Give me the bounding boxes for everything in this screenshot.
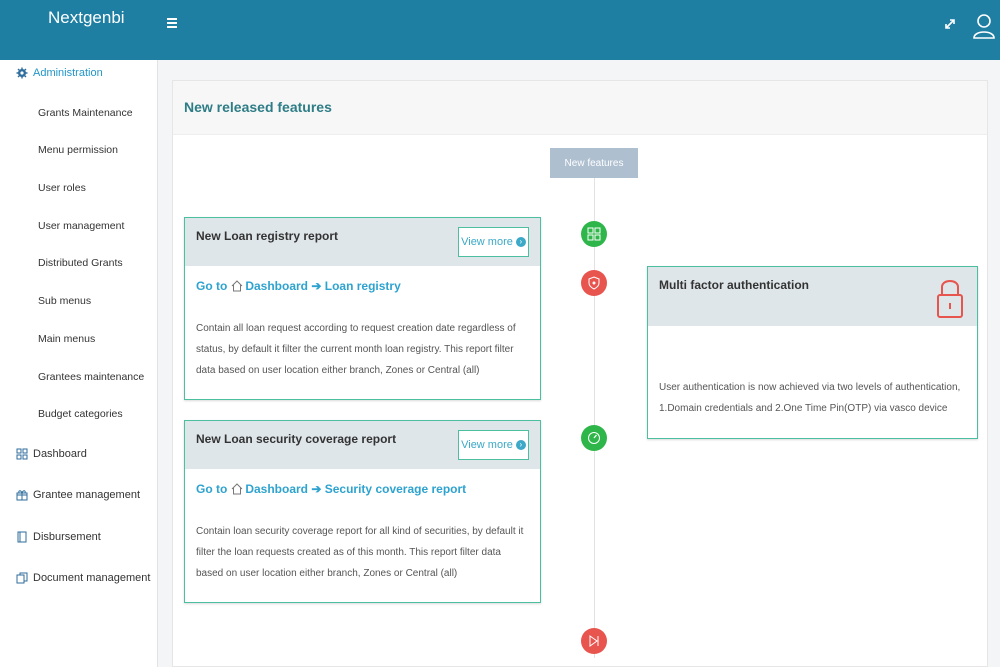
- card-header: New Loan registry report View more ›: [185, 218, 540, 266]
- sidebar-item-label: Dashboard: [33, 448, 87, 460]
- top-bar: Nextgenbi: [0, 0, 1000, 60]
- breadcrumb-target[interactable]: Security coverage report: [325, 482, 466, 496]
- sidebar-item-administration[interactable]: Administration: [0, 60, 158, 86]
- breadcrumb[interactable]: Go to Dashboard ➔ Loan registry: [196, 279, 401, 293]
- user-icon[interactable]: [972, 12, 996, 40]
- breadcrumb[interactable]: Go to Dashboard ➔ Security coverage repo…: [196, 482, 466, 496]
- shield-icon: [588, 276, 600, 290]
- card-title: Multi factor authentication: [659, 278, 809, 292]
- sidebar-subitem-sub-menus[interactable]: Sub menus: [38, 291, 91, 311]
- documents-icon: [16, 572, 28, 584]
- chevron-right-icon: ›: [515, 440, 526, 450]
- breadcrumb-target[interactable]: Loan registry: [325, 279, 401, 293]
- sidebar: Administration Grants Maintenance Menu p…: [0, 60, 158, 667]
- timeline-line: [594, 178, 595, 658]
- arrow-right-icon: ➔: [308, 482, 325, 496]
- card-description: Contain all loan request according to re…: [196, 323, 516, 376]
- app-title: Nextgenbi: [48, 8, 125, 27]
- card-title: New Loan security coverage report: [196, 432, 397, 446]
- sidebar-item-grantee-management[interactable]: Grantee management: [0, 482, 158, 508]
- card-header: New Loan security coverage report View m…: [185, 421, 540, 469]
- sidebar-subitem-distributed-grants[interactable]: Distributed Grants: [38, 253, 123, 273]
- sidebar-item-label: Disbursement: [33, 531, 101, 543]
- gauge-icon: [588, 432, 600, 444]
- sidebar-subitem-user-management[interactable]: User management: [38, 216, 124, 236]
- card-header: Multi factor authentication: [648, 267, 977, 326]
- feature-card-loan-registry: New Loan registry report View more › Go …: [184, 217, 541, 400]
- home-icon: [231, 483, 243, 495]
- card-description: Contain loan security coverage report fo…: [196, 526, 524, 579]
- timeline-dot-gauge: [581, 425, 607, 451]
- sidebar-subitem-grants-maintenance[interactable]: Grants Maintenance: [38, 103, 133, 123]
- sidebar-item-disbursement[interactable]: Disbursement: [0, 524, 158, 550]
- feature-card-security-coverage: New Loan security coverage report View m…: [184, 420, 541, 603]
- new-features-badge: New features: [550, 148, 638, 178]
- chevron-right-icon: ›: [515, 237, 526, 247]
- sidebar-subitem-user-roles[interactable]: User roles: [38, 178, 86, 198]
- timeline-dot-end: [581, 628, 607, 654]
- expand-icon[interactable]: [940, 14, 960, 34]
- panel-title: New released features: [184, 99, 332, 115]
- book-icon: [17, 531, 27, 543]
- home-icon: [231, 280, 243, 292]
- lock-icon: [937, 280, 963, 318]
- sidebar-item-label: Grantee management: [33, 489, 141, 501]
- view-more-label: View more: [461, 439, 513, 451]
- grid-icon: [587, 227, 601, 241]
- card-description: User authentication is now achieved via …: [659, 382, 961, 414]
- sidebar-item-document-management[interactable]: Document management: [0, 565, 158, 591]
- sidebar-subitem-menu-permission[interactable]: Menu permission: [38, 140, 118, 160]
- timeline-dot-shield: [581, 270, 607, 296]
- view-more-button[interactable]: View more ›: [458, 430, 529, 460]
- sidebar-item-dashboard[interactable]: Dashboard: [0, 441, 158, 467]
- view-more-button[interactable]: View more ›: [458, 227, 529, 257]
- goto-label: Go to: [196, 482, 228, 496]
- card-title: New Loan registry report: [196, 229, 339, 243]
- grid-icon: [16, 448, 28, 460]
- view-more-label: View more: [461, 236, 513, 248]
- breadcrumb-dashboard[interactable]: Dashboard: [245, 279, 308, 293]
- gift-icon: [16, 490, 28, 501]
- skip-forward-icon: [589, 635, 599, 647]
- arrow-right-icon: ➔: [308, 279, 325, 293]
- sidebar-subitem-grantees-maintenance[interactable]: Grantees maintenance: [38, 367, 144, 387]
- sidebar-subitem-main-menus[interactable]: Main menus: [38, 329, 95, 349]
- sidebar-item-label: Document management: [33, 572, 151, 584]
- sidebar-item-label: Administration: [33, 67, 103, 79]
- gear-icon: [16, 67, 28, 79]
- feature-card-mfa: Multi factor authentication User authent…: [647, 266, 978, 439]
- menu-toggle-icon[interactable]: [167, 18, 177, 30]
- timeline-dot-grid: [581, 221, 607, 247]
- sidebar-subitem-budget-categories[interactable]: Budget categories: [38, 404, 123, 424]
- breadcrumb-dashboard[interactable]: Dashboard: [245, 482, 308, 496]
- goto-label: Go to: [196, 279, 228, 293]
